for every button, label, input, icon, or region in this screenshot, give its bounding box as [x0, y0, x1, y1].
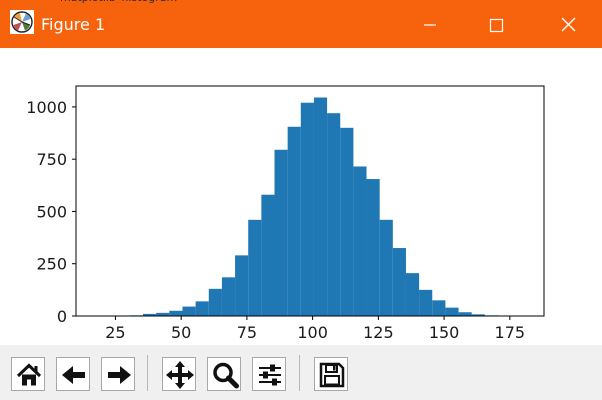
histogram-bar — [392, 248, 406, 316]
navigation-toolbar — [0, 345, 602, 400]
pan-button[interactable] — [162, 357, 196, 391]
histogram-bar — [235, 255, 249, 316]
window-titlebar[interactable]: matplotlib_histogram Figure 1 — [0, 0, 602, 48]
histogram-bar — [287, 126, 301, 316]
maximize-button[interactable] — [474, 6, 518, 42]
histogram-bar — [432, 300, 446, 316]
home-button[interactable] — [11, 357, 45, 391]
pan-icon — [166, 361, 194, 389]
y-tick-label: 750 — [36, 150, 67, 169]
close-button[interactable] — [546, 6, 590, 42]
histogram-bar — [208, 288, 222, 316]
zoom-button[interactable] — [207, 357, 241, 391]
x-tick-label: 100 — [297, 323, 328, 342]
histogram-bar — [405, 273, 420, 316]
histogram-bar — [248, 219, 262, 316]
forward-arrow-icon — [108, 366, 131, 384]
histogram-bar — [274, 149, 288, 316]
maximize-icon — [489, 18, 504, 33]
configure-subplots-button[interactable] — [252, 357, 286, 391]
histogram-bar — [182, 306, 196, 316]
histogram-bar — [445, 307, 459, 316]
back-arrow-icon — [62, 366, 85, 384]
histogram-bar — [195, 301, 209, 316]
histogram-bar — [353, 166, 367, 316]
toolbar-separator — [299, 355, 300, 391]
y-tick-label: 0 — [57, 307, 67, 326]
zoom-icon — [213, 362, 239, 389]
y-tick-label: 500 — [36, 202, 67, 221]
configure-subplots-icon — [259, 364, 281, 386]
histogram-bar — [340, 127, 354, 317]
histogram-bar — [261, 194, 275, 316]
home-icon — [16, 363, 42, 386]
matplotlib-logo-icon — [10, 10, 34, 34]
save-icon — [319, 362, 345, 388]
histogram-bar — [327, 113, 341, 316]
save-button[interactable] — [314, 357, 348, 391]
histogram-bar — [366, 179, 380, 316]
toolbar-separator — [147, 355, 148, 391]
minimize-icon — [424, 24, 436, 26]
close-icon — [561, 17, 576, 32]
histogram-bar — [221, 277, 236, 316]
y-tick-label: 250 — [36, 255, 67, 274]
histogram-bar — [169, 310, 183, 316]
window-title: Figure 1 — [41, 15, 106, 34]
minimize-button[interactable] — [408, 6, 452, 42]
y-tick-label: 1000 — [26, 98, 67, 117]
forward-button[interactable] — [101, 357, 135, 391]
x-tick-label: 175 — [495, 323, 526, 342]
histogram-bar — [313, 97, 328, 316]
histogram-bar — [379, 219, 393, 316]
x-tick-label: 125 — [363, 323, 394, 342]
histogram-chart[interactable]: 25 50 75 100 125 150 175 0 250 500 750 1000 — [0, 48, 602, 345]
back-button[interactable] — [56, 357, 90, 391]
histogram-bar — [300, 102, 314, 317]
histogram-bar — [458, 312, 472, 316]
x-tick-label: 50 — [171, 323, 191, 342]
x-tick-label: 75 — [237, 323, 257, 342]
x-tick-label: 150 — [429, 323, 460, 342]
x-tick-label: 25 — [105, 323, 125, 342]
histogram-bar — [419, 289, 433, 316]
background-window-title: matplotlib_histogram — [60, 0, 220, 3]
